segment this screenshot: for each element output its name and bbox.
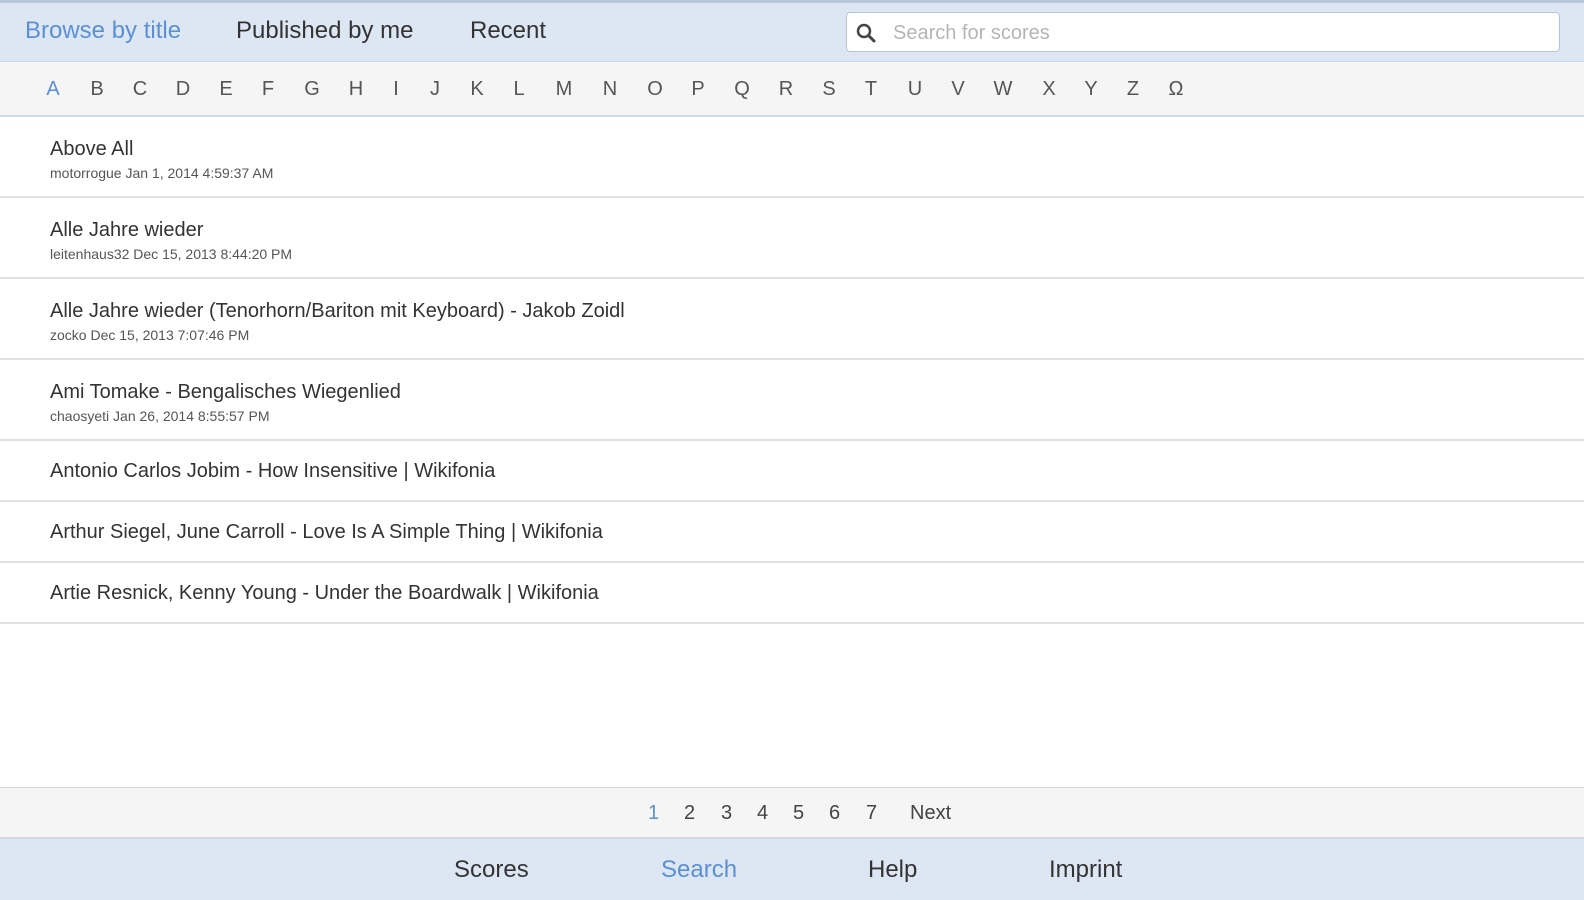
letter-filter-ω[interactable]: Ω	[1161, 78, 1191, 101]
letter-filter-q[interactable]: Q	[727, 78, 757, 101]
letter-filter-i[interactable]: I	[381, 78, 411, 101]
score-meta: chaosyeti Jan 26, 2014 8:55:57 PM	[50, 408, 270, 424]
letter-filter-n[interactable]: N	[595, 78, 625, 101]
score-meta: zocko Dec 15, 2013 7:07:46 PM	[50, 327, 250, 343]
page-link-4[interactable]: 4	[757, 802, 768, 825]
score-title: Antonio Carlos Jobim - How Insensitive |…	[50, 460, 496, 482]
score-title: Above All	[50, 138, 134, 160]
page-link-3[interactable]: 3	[721, 802, 732, 825]
letter-filter-l[interactable]: L	[504, 78, 534, 101]
letter-filter-z[interactable]: Z	[1118, 78, 1148, 101]
letter-filter-t[interactable]: T	[856, 78, 886, 101]
letter-filter-u[interactable]: U	[900, 78, 930, 101]
letter-filter-w[interactable]: W	[988, 78, 1018, 101]
letter-filter-p[interactable]: P	[683, 78, 713, 101]
score-meta: motorrogue Jan 1, 2014 4:59:37 AM	[50, 165, 274, 181]
score-row[interactable]: Antonio Carlos Jobim - How Insensitive |…	[0, 441, 1584, 502]
pagination: 1 2 3 4 5 6 7 Next	[0, 787, 1584, 839]
letter-filter-a[interactable]: A	[38, 78, 68, 101]
score-title: Arthur Siegel, June Carroll - Love Is A …	[50, 521, 603, 543]
score-row[interactable]: Alle Jahre wieder leitenhaus32 Dec 15, 20…	[0, 198, 1584, 279]
letter-filter-m[interactable]: M	[549, 78, 579, 101]
letter-filter-g[interactable]: G	[297, 78, 327, 101]
page-link-1[interactable]: 1	[648, 802, 659, 825]
search-box[interactable]	[846, 12, 1560, 52]
page-link-5[interactable]: 5	[793, 802, 804, 825]
nav-scores[interactable]: Scores	[454, 856, 529, 884]
letter-filter-r[interactable]: R	[771, 78, 801, 101]
score-title: Artie Resnick, Kenny Young - Under the B…	[50, 582, 599, 604]
letter-filter-y[interactable]: Y	[1076, 78, 1106, 101]
score-row[interactable]: Alle Jahre wieder (Tenorhorn/Bariton mit…	[0, 279, 1584, 360]
letter-filter-c[interactable]: C	[125, 78, 155, 101]
letter-filter-f[interactable]: F	[253, 78, 283, 101]
letter-filter-x[interactable]: X	[1034, 78, 1064, 101]
letter-filter-j[interactable]: J	[420, 78, 450, 101]
letter-filter-h[interactable]: H	[341, 78, 371, 101]
page-link-7[interactable]: 7	[866, 802, 877, 825]
letter-filter-b[interactable]: B	[82, 78, 112, 101]
score-row[interactable]: Artie Resnick, Kenny Young - Under the B…	[0, 563, 1584, 624]
letter-filter-v[interactable]: V	[943, 78, 973, 101]
letter-filter-k[interactable]: K	[462, 78, 492, 101]
page-link-6[interactable]: 6	[829, 802, 840, 825]
nav-help[interactable]: Help	[868, 856, 917, 884]
tab-published-by-me[interactable]: Published by me	[236, 17, 413, 45]
letter-filter-e[interactable]: E	[211, 78, 241, 101]
letter-filter-o[interactable]: O	[640, 78, 670, 101]
letter-filter-s[interactable]: S	[814, 78, 844, 101]
search-input[interactable]	[891, 17, 1545, 49]
next-page-link[interactable]: Next	[910, 802, 951, 825]
score-list: Above All motorrogue Jan 1, 2014 4:59:37 …	[0, 117, 1584, 624]
tab-recent[interactable]: Recent	[470, 17, 546, 45]
nav-imprint[interactable]: Imprint	[1049, 856, 1122, 884]
app-window: Browse by title Published by me Recent A…	[0, 0, 1584, 900]
score-row[interactable]: Ami Tomake - Bengalisches Wiegenlied chao…	[0, 360, 1584, 441]
score-title: Alle Jahre wieder (Tenorhorn/Bariton mit…	[50, 300, 625, 322]
score-meta: leitenhaus32 Dec 15, 2013 8:44:20 PM	[50, 246, 293, 262]
letter-filter-d[interactable]: D	[168, 78, 198, 101]
score-row[interactable]: Above All motorrogue Jan 1, 2014 4:59:37 …	[0, 117, 1584, 198]
nav-search[interactable]: Search	[661, 856, 737, 884]
score-title: Alle Jahre wieder	[50, 219, 204, 241]
score-title: Ami Tomake - Bengalisches Wiegenlied	[50, 381, 401, 403]
page-link-2[interactable]: 2	[684, 802, 695, 825]
top-bar: Browse by title Published by me Recent	[0, 0, 1584, 62]
bottom-nav: Scores Search Help Imprint	[0, 839, 1584, 900]
alphabet-bar: ABCDEFGHIJKLMNOPQRSTUVWXYZΩ	[0, 62, 1584, 117]
score-row[interactable]: Arthur Siegel, June Carroll - Love Is A …	[0, 502, 1584, 563]
tab-browse-by-title[interactable]: Browse by title	[25, 17, 181, 45]
search-icon	[855, 22, 877, 44]
